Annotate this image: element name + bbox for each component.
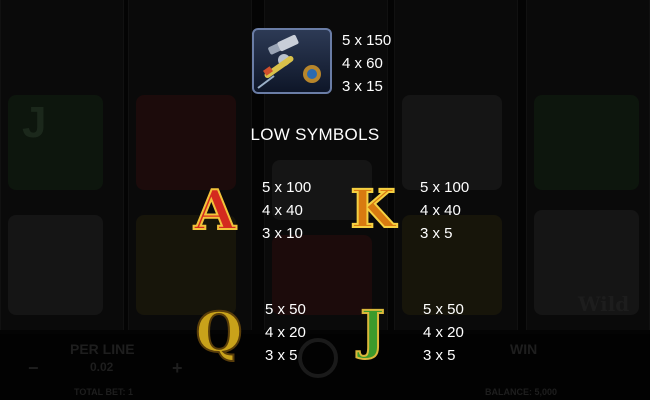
letter-q-payouts: 5 x 50 4 x 20 3 x 5	[265, 298, 306, 367]
tattoo-machine-icon	[252, 28, 332, 94]
payout-5: 5 x 100	[420, 179, 470, 196]
letter-k-payouts: 5 x 100 4 x 40 3 x 5	[420, 176, 469, 245]
letter-j-symbol: J	[359, 300, 386, 361]
payout-5: 5 x 50	[423, 301, 464, 318]
payout-5: 5 x 50	[265, 301, 306, 318]
payout-3: 3 x 5	[420, 225, 453, 242]
payout-5: 5 x 100	[262, 179, 312, 196]
payout-3: 3 x 5	[423, 347, 456, 364]
payout-3: 3 x 10	[262, 225, 303, 242]
payout-4: 4 x 20	[423, 324, 464, 341]
letter-q-symbol: Q	[194, 300, 243, 364]
payout-3: 3 x 15	[342, 78, 383, 95]
payout-4: 4 x 60	[342, 55, 383, 72]
payout-4: 4 x 20	[265, 324, 306, 341]
paytable-overlay: 5 x 150 4 x 60 3 x 15 LOW SYMBOLS A 5 x …	[0, 0, 650, 400]
payout-4: 4 x 40	[420, 202, 461, 219]
letter-k-symbol: K	[349, 179, 396, 240]
payout-5: 5 x 150	[342, 32, 392, 49]
letter-j-payouts: 5 x 50 4 x 20 3 x 5	[423, 298, 464, 367]
letter-a-symbol: A	[193, 178, 237, 242]
payout-3: 3 x 5	[265, 347, 298, 364]
payout-4: 4 x 40	[262, 202, 303, 219]
letter-a-payouts: 5 x 100 4 x 40 3 x 10	[262, 176, 311, 245]
high-symbol-payouts: 5 x 150 4 x 60 3 x 15	[342, 29, 391, 98]
low-symbols-heading: LOW SYMBOLS	[250, 125, 380, 144]
